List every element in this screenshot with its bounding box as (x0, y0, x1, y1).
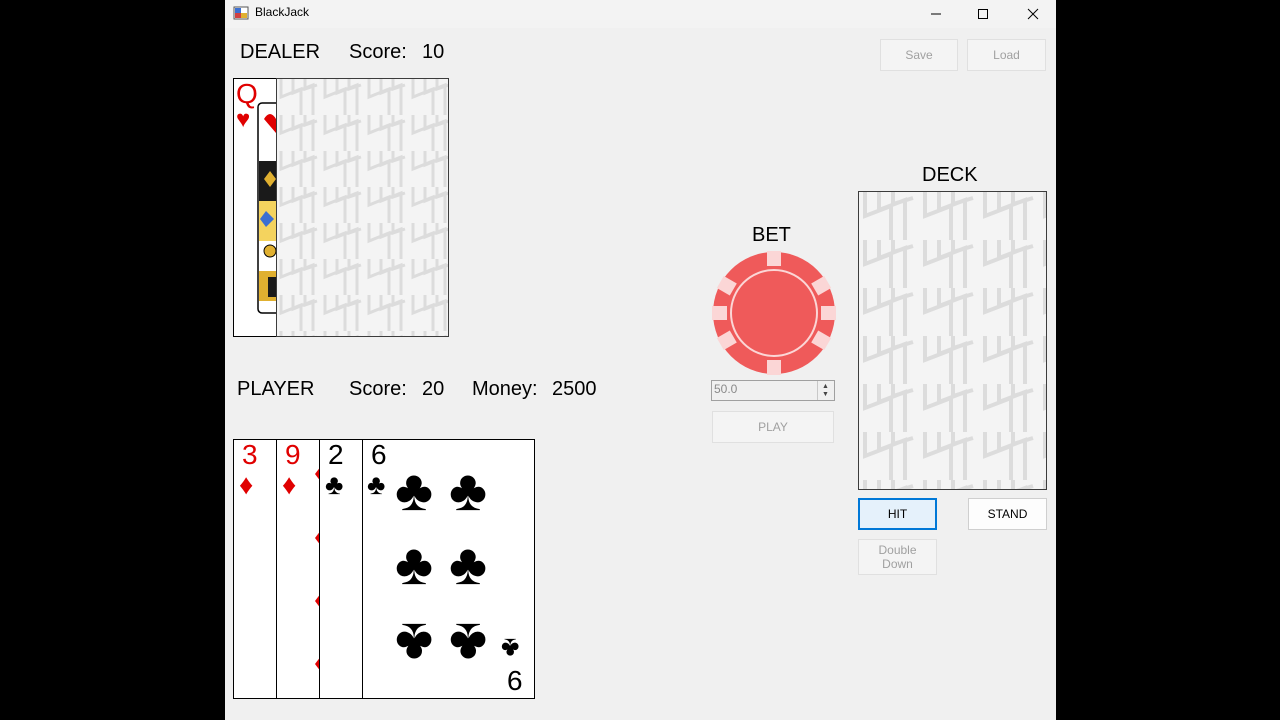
play-button[interactable]: PLAY (712, 411, 834, 443)
card-back-pattern (859, 192, 1046, 489)
minimize-button[interactable] (913, 0, 959, 28)
title-bar: BlackJack (225, 0, 1056, 28)
hit-button[interactable]: HIT (858, 498, 937, 530)
stand-button[interactable]: STAND (968, 498, 1047, 530)
club-icon: ♣ (367, 469, 386, 500)
player-card-2: 9 ♦ (276, 439, 321, 699)
bet-label: BET (752, 224, 791, 246)
player-card-4: 6 ♣ ♣ ♣ ♣ ♣ ♣ ♣ ♣ 9 (362, 439, 535, 699)
card-rank: 3 (242, 439, 258, 470)
card-rank-bottom: 9 (507, 665, 523, 696)
player-card-3: 2 ♣ (319, 439, 364, 699)
card-rank: 9 (285, 439, 301, 470)
window-title: BlackJack (255, 5, 310, 19)
poker-chip-icon (712, 251, 836, 375)
club-pip-icon: ♣ (449, 532, 488, 597)
dealer-card-hidden (276, 78, 449, 337)
money-label: Money: (472, 378, 538, 400)
close-button[interactable] (1010, 0, 1056, 28)
club-pip-icon: ♣ (449, 458, 488, 523)
player-score-label: Score: (349, 378, 407, 400)
dealer-score-value: 10 (422, 41, 445, 63)
deck-label: DECK (922, 164, 978, 186)
club-pip-icon: ♣ (449, 611, 488, 676)
card-rank: Q (236, 78, 258, 109)
card-rank: 2 (328, 439, 344, 470)
chevron-down-icon[interactable]: ▼ (822, 391, 829, 398)
save-button[interactable]: Save (880, 39, 958, 71)
minimize-icon (931, 13, 941, 15)
player-score-value: 20 (422, 378, 445, 400)
chevron-up-icon[interactable]: ▲ (822, 383, 829, 390)
club-pip-icon: ♣ (395, 611, 434, 676)
bet-amount-stepper[interactable]: 50.0 ▲ ▼ (711, 380, 835, 401)
club-icon: ♣ (501, 633, 520, 664)
maximize-button[interactable] (960, 0, 1006, 28)
card-back-pattern (277, 79, 448, 336)
card-rank: 6 (371, 439, 387, 470)
club-pip-icon: ♣ (395, 532, 434, 597)
club-icon: ♣ (325, 469, 344, 500)
stepper-arrows[interactable]: ▲ ▼ (817, 381, 834, 400)
heart-icon: ♥ (236, 106, 251, 133)
diamond-icon: ♦ (282, 469, 297, 500)
deck-card[interactable] (858, 191, 1047, 490)
app-icon (233, 6, 249, 20)
diamond-icon: ♦ (239, 469, 254, 500)
maximize-icon (978, 9, 988, 19)
close-icon (1027, 8, 1039, 20)
player-label: PLAYER (237, 378, 315, 400)
dealer-score-label: Score: (349, 41, 407, 63)
player-card-1: 3 ♦ (233, 439, 278, 699)
load-button[interactable]: Load (967, 39, 1046, 71)
blackjack-window: BlackJack DEALER Score: 10 Save Load Q ♥ (225, 0, 1056, 720)
bet-amount-value: 50.0 (714, 382, 738, 396)
money-value: 2500 (552, 378, 597, 400)
dealer-label: DEALER (240, 41, 321, 63)
double-down-button[interactable]: Double Down (858, 539, 937, 575)
club-pip-icon: ♣ (395, 458, 434, 523)
